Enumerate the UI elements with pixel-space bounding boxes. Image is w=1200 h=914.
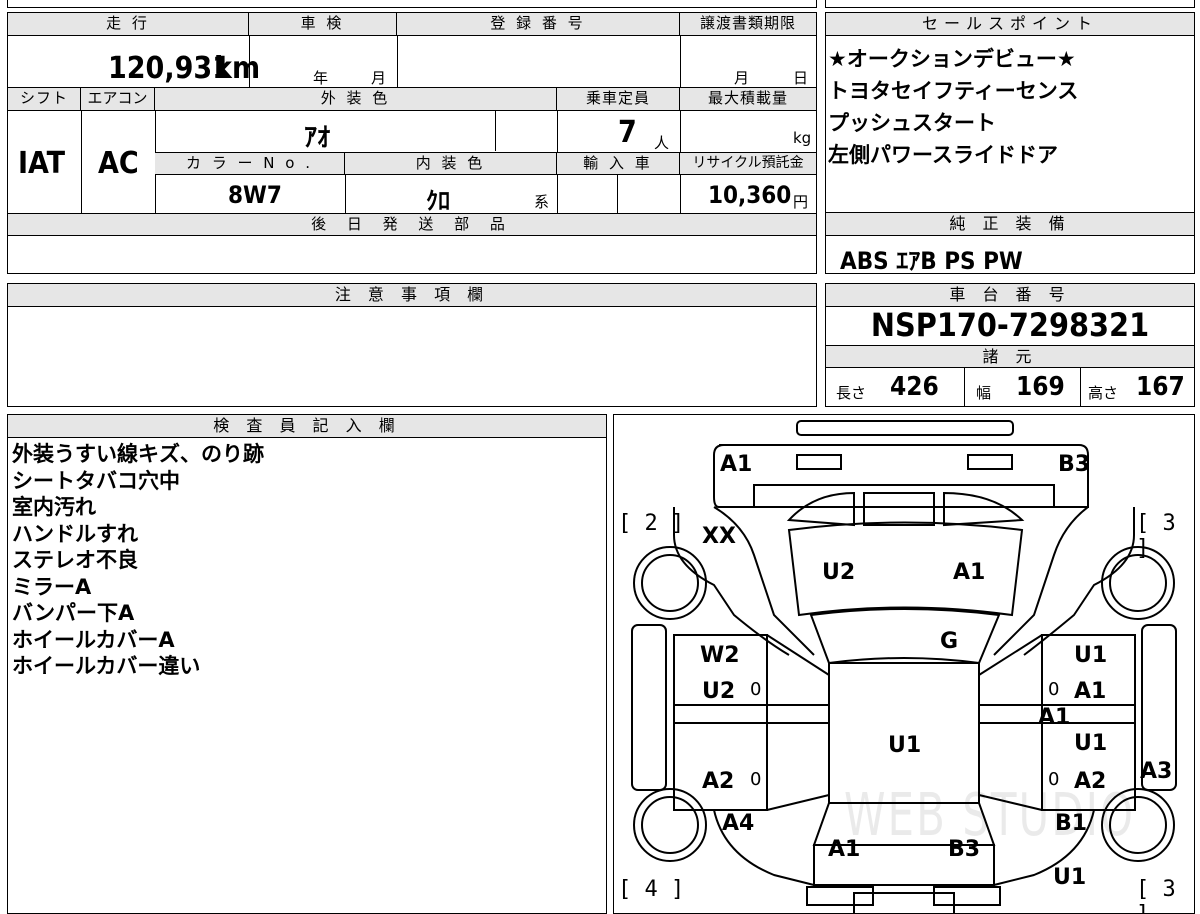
damage-rear-door-left: A2 [702, 769, 735, 794]
damage-roof: U1 [888, 733, 922, 758]
damage-pillar-right: A1 [1038, 705, 1071, 730]
capacity-value: 7 [618, 115, 637, 150]
inspector-note: ホイールカバー違い [12, 654, 201, 678]
transfer-day: 日 [793, 69, 809, 87]
inspector-notes: 外装うすい線キズ、のり跡 シートタバコ穴中 室内汚れ ハンドルすれ ステレオ不良… [12, 441, 264, 680]
width-label: 幅 [976, 384, 992, 402]
inspector-note: ステレオ不良 [12, 548, 138, 572]
tire-marker-rear-right: [ 3 ] [1136, 877, 1176, 913]
import-header: 輸 入 車 [557, 152, 680, 175]
inspector-note: バンパー下A [12, 601, 135, 625]
inspector-note: 外装うすい線キズ、のり跡 [12, 442, 264, 466]
damage-windshield: G [940, 629, 959, 654]
mileage-value: 120,931 [108, 51, 231, 86]
equipment-title: 純 正 装 備 [826, 213, 1194, 236]
damage-tail-right: B3 [948, 837, 981, 862]
inspection-year: 年 [313, 69, 329, 87]
inspector-note: ハンドルすれ [12, 521, 138, 546]
damage-diagram: WEB STUDIO [ 2 ] [ 3 ] [ 4 ] [ 3 ] A1 B3… [613, 414, 1195, 914]
damage-hood-left: U2 [822, 560, 856, 585]
max-load-unit: kg [793, 129, 812, 147]
damage-front-door-right-1: U1 [1074, 643, 1108, 668]
interior-color-header: 内 装 色 [345, 152, 557, 175]
damage-rear-right-bottom: U1 [1053, 865, 1087, 890]
shift-value: IAT [18, 146, 66, 181]
sales-point-item: ★オークションデビュー★ [828, 47, 1076, 71]
sales-point-item: 左側パワースライドドア [828, 143, 1058, 167]
vehicle-info-table: 走 行 車 検 登 録 番 号 譲渡書類期限 120,931 km 年 月 月 … [7, 12, 817, 274]
top-strip [7, 0, 817, 8]
capacity-unit: 人 [654, 134, 670, 152]
door-mark: 0 [750, 679, 762, 700]
registration-header: 登 録 番 号 [397, 13, 680, 36]
notes-box: 注 意 事 項 欄 [7, 283, 817, 407]
notes-title: 注 意 事 項 欄 [8, 284, 816, 307]
ac-header: エアコン [81, 88, 155, 111]
color-no-header: カ ラ ー N o . [155, 152, 345, 175]
capacity-header: 乗車定員 [557, 88, 680, 111]
damage-front-door-left-2: U2 [702, 679, 736, 704]
color-no-value: 8W7 [228, 181, 282, 209]
max-load-header: 最大積載量 [680, 88, 816, 111]
sales-points-box: セールスポイント ★オークションデビュー★ トヨタセイフティーセンス プッシュス… [825, 12, 1195, 213]
inspector-note: ミラーA [12, 574, 92, 599]
height-label: 高さ [1088, 384, 1119, 402]
inspector-note: 室内汚れ [12, 495, 96, 519]
exterior-color-header: 外 装 色 [155, 88, 557, 111]
sales-point-item: プッシュスタート [828, 111, 996, 135]
chassis-box: 車 台 番 号 NSP170-7298321 諸 元 長さ 426 幅 169 … [825, 283, 1195, 407]
height-value: 167 [1136, 372, 1185, 402]
inspector-note: ホイールカバーA [12, 627, 175, 652]
length-label: 長さ [836, 384, 867, 402]
exterior-color-value: ｱｵ [304, 123, 331, 153]
interior-color-suffix: 系 [534, 193, 550, 211]
damage-rear-fender-right: B1 [1055, 811, 1088, 836]
damage-fender-left: XX [702, 524, 736, 549]
interior-color-value: ｸﾛ [426, 187, 450, 215]
recycle-header: リサイクル預託金 [680, 152, 816, 175]
spec-title: 諸 元 [826, 345, 1194, 368]
damage-rear-door-right-2: A2 [1074, 769, 1107, 794]
transfer-month: 月 [734, 69, 750, 87]
tire-marker-front-right: [ 3 ] [1136, 511, 1176, 561]
damage-front-right: B3 [1058, 452, 1091, 477]
damage-front-door-left-1: W2 [700, 643, 740, 668]
inspector-box: 検 査 員 記 入 欄 外装うすい線キズ、のり跡 シートタバコ穴中 室内汚れ ハ… [7, 414, 607, 914]
door-mark: 0 [1048, 769, 1060, 790]
damage-front-door-right-2: A1 [1074, 679, 1107, 704]
equipment-box: 純 正 装 備 ABS ｴｱB PS PW [825, 212, 1195, 275]
damage-side-right: A3 [1140, 759, 1173, 784]
shift-header: シフト [8, 88, 81, 111]
ac-value: AC [98, 146, 139, 181]
mileage-unit: km [214, 51, 261, 86]
sales-point-item: トヨタセイフティーセンス [828, 79, 1079, 103]
damage-rear-fender-left: A4 [722, 811, 755, 836]
inspector-note: シートタバコ穴中 [12, 468, 180, 493]
door-mark: 0 [750, 769, 762, 790]
recycle-value: 10,360 [708, 181, 792, 209]
recycle-unit: 円 [793, 193, 809, 211]
width-value: 169 [1016, 372, 1065, 402]
later-parts-header: 後 日 発 送 部 品 [8, 213, 816, 236]
inspector-title: 検 査 員 記 入 欄 [8, 415, 606, 438]
inspection-month: 月 [371, 69, 387, 87]
top-strip-right [825, 0, 1195, 8]
sales-points-title: セールスポイント [826, 13, 1194, 36]
door-mark: 0 [1048, 679, 1060, 700]
tire-marker-rear-left: [ 4 ] [618, 877, 685, 902]
chassis-title: 車 台 番 号 [826, 284, 1194, 307]
equipment-value: ABS ｴｱB PS PW [840, 247, 1023, 275]
chassis-number: NSP170-7298321 [870, 306, 1150, 344]
damage-rear-door-right-1: U1 [1074, 731, 1108, 756]
inspection-header: 車 検 [249, 13, 397, 36]
sales-points-list: ★オークションデビュー★ トヨタセイフティーセンス プッシュスタート 左側パワー… [828, 43, 1078, 171]
transfer-deadline-header: 譲渡書類期限 [680, 13, 816, 36]
damage-hood-right: A1 [953, 560, 986, 585]
tire-marker-front-left: [ 2 ] [618, 511, 685, 536]
damage-front-left: A1 [720, 452, 753, 477]
length-value: 426 [890, 372, 939, 402]
damage-tail-left: A1 [828, 837, 861, 862]
mileage-header: 走 行 [8, 13, 249, 36]
